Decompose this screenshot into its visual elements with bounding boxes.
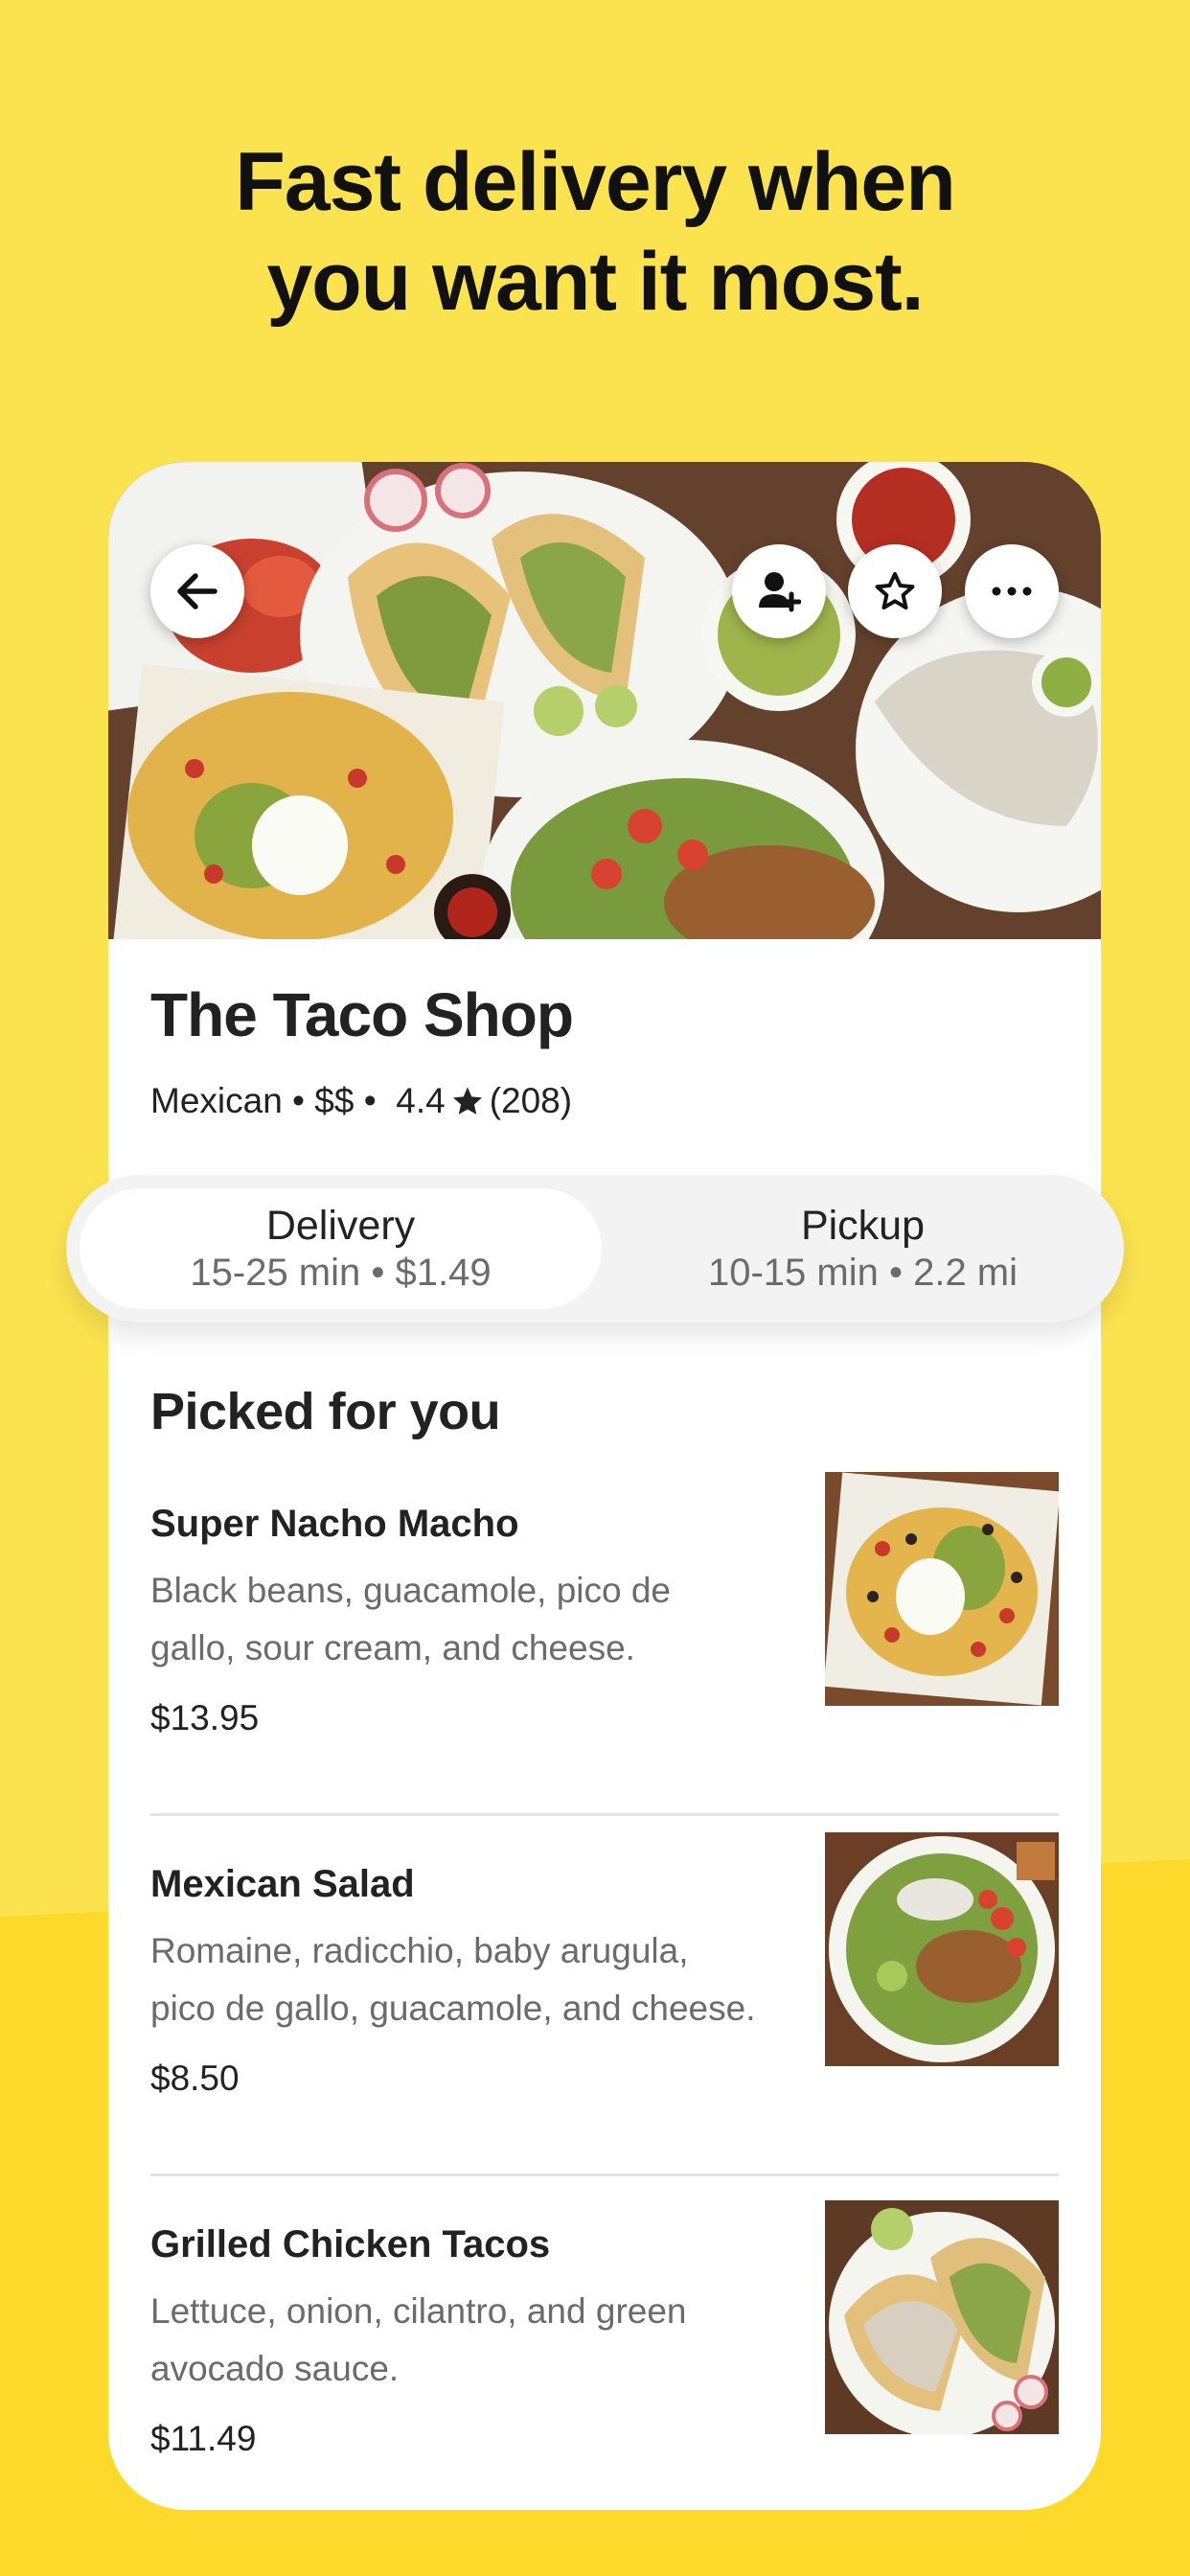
delivery-pickup-toggle: Delivery 15-25 min • $1.49 Pickup 10-15 … <box>66 1175 1124 1322</box>
group-order-button[interactable] <box>732 544 826 638</box>
store-meta: Mexican • $$ • 4.4 (208) <box>150 1081 572 1121</box>
menu-item-image <box>825 2200 1059 2434</box>
menu-item[interactable]: Mexican Salad Romaine, radicchio, baby a… <box>150 1832 1059 2098</box>
menu-item-description-line: avocado sauce. <box>150 2349 400 2388</box>
menu-item-image <box>825 1832 1059 2066</box>
section-title: Picked for you <box>150 1383 501 1440</box>
pickup-detail: 10-15 min • 2.2 mi <box>707 1252 1018 1294</box>
star-filled-icon <box>452 1087 482 1115</box>
menu-item[interactable]: Super Nacho Macho Black beans, guacamole… <box>150 1472 1059 1737</box>
menu-item-price: $11.49 <box>150 2419 257 2458</box>
menu-item-description-line: gallo, sour cream, and cheese. <box>150 1628 635 1668</box>
menu-item-description-line: pico de gallo, guacamole, and cheese. <box>150 1989 756 2028</box>
store-cuisine: Mexican <box>150 1081 283 1120</box>
menu-item-name: Super Nacho Macho <box>150 1503 519 1545</box>
star-outline-icon <box>875 572 915 610</box>
store-name: The Taco Shop <box>150 980 574 1049</box>
menu-item-description: Romaine, radicchio, baby arugula, pico d… <box>150 1922 783 2037</box>
menu-item[interactable]: Grilled Chicken Tacos Lettuce, onion, ci… <box>150 2200 1059 2458</box>
favorite-button[interactable] <box>848 544 942 638</box>
headline-line-2: you want it most. <box>266 236 924 328</box>
pickup-option[interactable]: Pickup 10-15 min • 2.2 mi <box>602 1175 1124 1322</box>
menu-item-name: Mexican Salad <box>150 1863 415 1905</box>
menu-item-name: Grilled Chicken Tacos <box>150 2223 551 2266</box>
delivery-label: Delivery <box>265 1203 416 1249</box>
back-button[interactable] <box>150 544 244 638</box>
menu-item-image <box>825 1472 1059 1706</box>
divider <box>150 2174 1059 2176</box>
store-price-level: $$ <box>314 1081 355 1120</box>
pickup-label: Pickup <box>800 1203 926 1249</box>
promo-headline: Fast delivery when you want it most. <box>0 132 1190 332</box>
menu-item-description-line: Romaine, radicchio, baby arugula, <box>150 1931 689 1970</box>
meta-separator: • <box>282 1081 315 1120</box>
delivery-option[interactable]: Delivery 15-25 min • $1.49 <box>80 1188 602 1309</box>
menu-item-price: $8.50 <box>150 2058 240 2098</box>
store-hero-image <box>108 462 1101 939</box>
headline-line-1: Fast delivery when <box>235 136 956 228</box>
menu-item-description-line: Black beans, guacamole, pico de <box>150 1571 672 1610</box>
divider <box>150 1813 1059 1816</box>
menu-item-description: Black beans, guacamole, pico de gallo, s… <box>150 1562 783 1677</box>
store-review-count: (208) <box>489 1081 573 1120</box>
delivery-detail: 15-25 min • $1.49 <box>190 1252 492 1294</box>
store-rating: 4.4 <box>396 1081 446 1120</box>
meta-separator: • <box>354 1081 397 1120</box>
menu-item-description-line: Lettuce, onion, cilantro, and green <box>150 2291 687 2331</box>
menu-item-price: $13.95 <box>150 1698 260 1737</box>
more-horizontal-icon <box>992 586 1032 596</box>
back-arrow-icon <box>177 573 217 610</box>
phone-screen: The Taco Shop Mexican • $$ • 4.4 (208) D… <box>66 462 1124 2510</box>
add-person-icon <box>759 572 801 612</box>
menu-item-description: Lettuce, onion, cilantro, and green avoc… <box>150 2283 783 2398</box>
more-options-button[interactable] <box>965 544 1059 638</box>
